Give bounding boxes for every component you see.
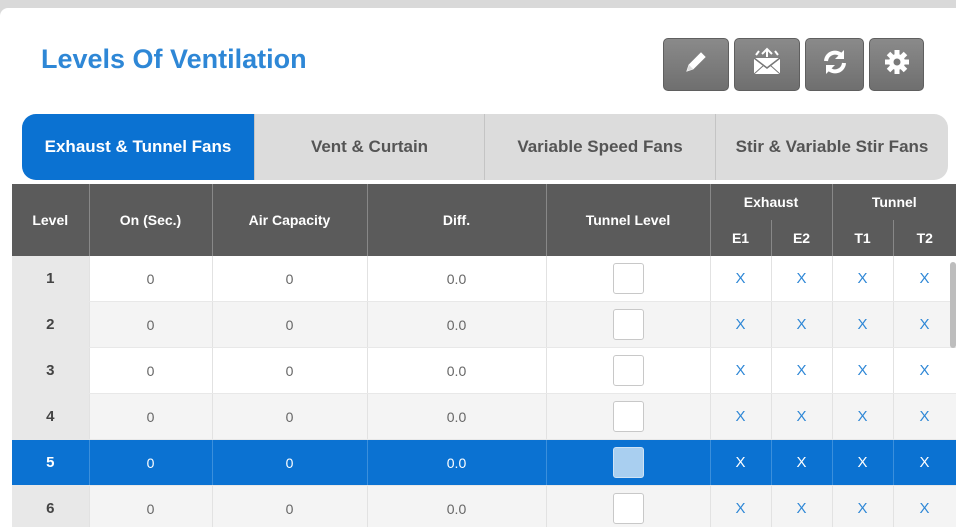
cell-t2[interactable]: X [893, 347, 956, 394]
settings-button[interactable] [869, 38, 924, 91]
tunnel-level-checkbox[interactable] [612, 309, 644, 340]
table-row[interactable]: 1 0 0 0.0 X X X X [12, 256, 956, 302]
cell-e1[interactable]: X [710, 301, 772, 348]
tunnel-level-checkbox[interactable] [612, 447, 644, 478]
header-tunnel-level: Tunnel Level [546, 184, 711, 256]
header-e1: E1 [710, 220, 772, 256]
cell-e1[interactable]: X [710, 347, 772, 394]
cell-on[interactable]: 0 [89, 485, 213, 527]
cell-air-capacity[interactable]: 0 [212, 485, 368, 527]
cell-t1[interactable]: X [832, 439, 894, 486]
tunnel-level-checkbox[interactable] [612, 263, 644, 294]
cell-on[interactable]: 0 [89, 301, 213, 348]
cell-e2[interactable]: X [771, 439, 833, 486]
cell-e2[interactable]: X [771, 256, 833, 302]
tab-variable-speed-fans[interactable]: Variable Speed Fans [484, 114, 715, 180]
cell-diff[interactable]: 0.0 [367, 301, 547, 348]
cell-t2[interactable]: X [893, 256, 956, 302]
cell-e2[interactable]: X [771, 301, 833, 348]
tab-stir-variable-stir-fans[interactable]: Stir & Variable Stir Fans [715, 114, 948, 180]
cell-e2[interactable]: X [771, 485, 833, 527]
table-row[interactable]: 2 0 0 0.0 X X X X [12, 301, 956, 348]
cell-diff[interactable]: 0.0 [367, 393, 547, 440]
cell-on[interactable]: 0 [89, 256, 213, 302]
send-button[interactable] [734, 38, 800, 91]
cell-t2[interactable]: X [893, 485, 956, 527]
table-scrollbar[interactable] [950, 262, 956, 348]
cell-tunnel-level [546, 393, 711, 440]
tab-bar: Exhaust & Tunnel Fans Vent & Curtain Var… [22, 114, 948, 180]
table-row[interactable]: 6 0 0 0.0 X X X X [12, 485, 956, 527]
tab-exhaust-tunnel-fans[interactable]: Exhaust & Tunnel Fans [22, 114, 254, 180]
cell-on[interactable]: 0 [89, 393, 213, 440]
cell-e2[interactable]: X [771, 347, 833, 394]
cell-air-capacity[interactable]: 0 [212, 439, 368, 486]
cell-tunnel-level [546, 301, 711, 348]
cell-t1[interactable]: X [832, 347, 894, 394]
cell-level: 2 [12, 301, 90, 348]
page-title: Levels Of Ventilation [41, 44, 307, 74]
cell-level: 1 [12, 256, 90, 302]
cell-diff[interactable]: 0.0 [367, 439, 547, 486]
cell-t2[interactable]: X [893, 439, 956, 486]
cell-diff[interactable]: 0.0 [367, 256, 547, 302]
tab-vent-curtain[interactable]: Vent & Curtain [254, 114, 484, 180]
header-air-capacity: Air Capacity [212, 184, 368, 256]
cell-air-capacity[interactable]: 0 [212, 393, 368, 440]
cell-e1[interactable]: X [710, 393, 772, 440]
envelope-icon [750, 47, 784, 82]
gear-icon [883, 48, 911, 81]
cell-t1[interactable]: X [832, 301, 894, 348]
tunnel-level-checkbox[interactable] [612, 355, 644, 386]
cell-e1[interactable]: X [710, 256, 772, 302]
cell-t2[interactable]: X [893, 393, 956, 440]
cell-e1[interactable]: X [710, 485, 772, 527]
cell-level: 5 [12, 439, 90, 486]
cell-t2[interactable]: X [893, 301, 956, 348]
tunnel-level-checkbox[interactable] [612, 493, 644, 524]
cell-air-capacity[interactable]: 0 [212, 347, 368, 394]
cell-level: 3 [12, 347, 90, 394]
cell-tunnel-level [546, 347, 711, 394]
header-t1: T1 [832, 220, 894, 256]
levels-table: Level On (Sec.) Air Capacity Diff. Tunne… [12, 184, 956, 527]
cell-tunnel-level [546, 439, 711, 486]
cell-diff[interactable]: 0.0 [367, 347, 547, 394]
header-t2: T2 [893, 220, 956, 256]
header-level: Level [12, 184, 90, 256]
cell-on[interactable]: 0 [89, 347, 213, 394]
tunnel-level-checkbox[interactable] [612, 401, 644, 432]
cell-diff[interactable]: 0.0 [367, 485, 547, 527]
header-tunnel: Tunnel [832, 184, 956, 220]
refresh-button[interactable] [805, 38, 864, 91]
header-e2: E2 [771, 220, 833, 256]
cell-t1[interactable]: X [832, 256, 894, 302]
table-row[interactable]: 3 0 0 0.0 X X X X [12, 347, 956, 394]
header-exhaust: Exhaust [710, 184, 833, 220]
cell-level: 6 [12, 485, 90, 527]
table-row[interactable]: 4 0 0 0.0 X X X X [12, 393, 956, 440]
cell-tunnel-level [546, 256, 711, 302]
header-on: On (Sec.) [89, 184, 213, 256]
cell-air-capacity[interactable]: 0 [212, 256, 368, 302]
pencil-icon [681, 47, 711, 82]
edit-button[interactable] [663, 38, 729, 91]
cell-air-capacity[interactable]: 0 [212, 301, 368, 348]
table-row-selected[interactable]: 5 0 0 0.0 X X X X [12, 439, 956, 486]
cell-e1[interactable]: X [710, 439, 772, 486]
cell-t1[interactable]: X [832, 485, 894, 527]
cell-on[interactable]: 0 [89, 439, 213, 486]
cell-t1[interactable]: X [832, 393, 894, 440]
cell-e2[interactable]: X [771, 393, 833, 440]
refresh-icon [820, 47, 850, 82]
cell-level: 4 [12, 393, 90, 440]
toolbar [663, 38, 924, 91]
cell-tunnel-level [546, 485, 711, 527]
header-diff: Diff. [367, 184, 547, 256]
